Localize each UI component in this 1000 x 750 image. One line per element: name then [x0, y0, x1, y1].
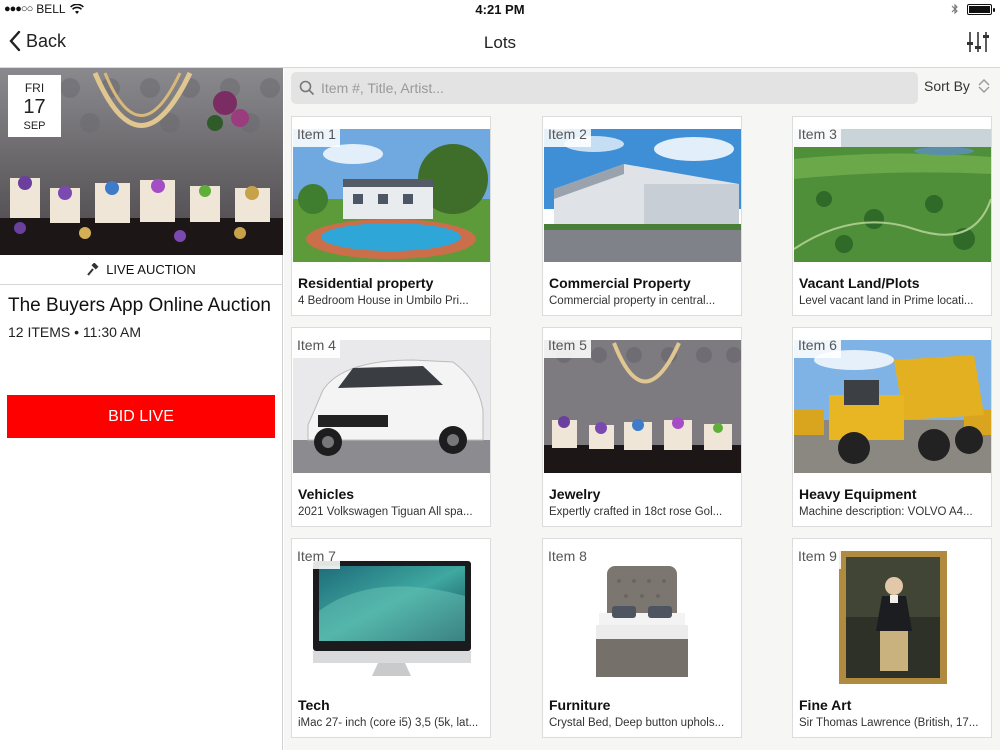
date-month: SEP: [23, 120, 46, 132]
auction-meta: 12 ITEMS • 11:30 AM: [8, 324, 142, 340]
lot-description: Machine description: VOLVO A4...: [799, 506, 973, 518]
lot-description: Expertly crafted in 18ct rose Gol...: [549, 506, 723, 518]
system-indicators: [951, 3, 995, 15]
lot-card-item-7[interactable]: Item 7 Tech iMac 27- inch (core i5) 3,5 …: [291, 538, 491, 738]
lot-description: Level vacant land in Prime locati...: [799, 295, 974, 307]
lot-image: [794, 129, 991, 262]
date-day: 17: [23, 96, 46, 118]
gavel-icon: [87, 263, 99, 276]
lot-card-item-9[interactable]: Item 9 Fine Art Sir Thomas Lawrence (Bri…: [792, 538, 992, 738]
lot-title: Vacant Land/Plots: [799, 275, 920, 291]
lot-card-item-3[interactable]: Item 3 Vacant Land/Plots Level vacant la…: [792, 116, 992, 316]
lot-card-item-4[interactable]: Item 4 Vehicles 2021 Volkswagen Tiguan A…: [291, 327, 491, 527]
lot-description: 2021 Volkswagen Tiguan All spa...: [298, 506, 473, 518]
clock: 4:21 PM: [475, 2, 525, 17]
lot-image: [293, 129, 490, 262]
lot-title: Residential property: [298, 275, 434, 291]
navigation-bar: Back Lots: [0, 20, 1000, 68]
item-number-tag: Item 4: [293, 329, 340, 358]
sort-by-control[interactable]: Sort By: [924, 78, 992, 94]
lot-card-item-2[interactable]: Item 2 Commercial Property Commercial pr…: [542, 116, 742, 316]
lot-description: iMac 27- inch (core i5) 3,5 (5k, lat...: [298, 717, 479, 729]
lot-image: [794, 340, 991, 473]
lot-description: Commercial property in central...: [549, 295, 716, 307]
auction-title: The Buyers App Online Auction: [8, 295, 271, 316]
lot-card-item-6[interactable]: Item 6 Heavy Equipment Machine descripti…: [792, 327, 992, 527]
status-bar: ●●●○○ BELL 4:21 PM: [0, 0, 1000, 20]
lot-title: Heavy Equipment: [799, 486, 917, 502]
lot-description: 4 Bedroom House in Umbilo Pri...: [298, 295, 469, 307]
battery-icon: [967, 3, 995, 15]
bluetooth-icon: [951, 3, 958, 15]
item-number-tag: Item 8: [544, 540, 591, 569]
lot-title: Tech: [298, 697, 330, 713]
lot-title: Vehicles: [298, 486, 355, 502]
item-number-tag: Item 6: [794, 329, 841, 358]
item-number-tag: Item 1: [293, 118, 340, 147]
lot-title: Furniture: [549, 697, 611, 713]
lots-area: Sort By Item 1 Residential property 4 Be…: [284, 68, 1000, 750]
lot-description: Sir Thomas Lawrence (British, 17...: [799, 717, 979, 729]
lot-card-item-5[interactable]: Item 5 Jewelry Expertly crafted in 18ct …: [542, 327, 742, 527]
lot-image: [544, 129, 741, 262]
search-icon: [299, 80, 315, 96]
sort-icon: [978, 79, 990, 93]
item-number-tag: Item 3: [794, 118, 841, 147]
lot-image: [544, 340, 741, 473]
item-number-tag: Item 9: [794, 540, 841, 569]
lot-title: Commercial Property: [549, 275, 691, 291]
item-number-tag: Item 2: [544, 118, 591, 147]
auction-detail-panel: FRI 17 SEP LIVE AUCTION The Buyers App O…: [0, 68, 283, 750]
lot-card-item-1[interactable]: Item 1 Residential property 4 Bedroom Ho…: [291, 116, 491, 316]
lot-title: Fine Art: [799, 697, 852, 713]
sort-by-label: Sort By: [924, 78, 970, 94]
lot-description: Crystal Bed, Deep button uphols...: [549, 717, 725, 729]
lot-title: Jewelry: [549, 486, 601, 502]
item-number-tag: Item 7: [293, 540, 340, 569]
lot-image: [293, 551, 490, 684]
filter-sliders-icon[interactable]: [964, 28, 992, 56]
search-bar[interactable]: [291, 72, 918, 104]
date-weekday: FRI: [24, 81, 45, 95]
item-number-tag: Item 5: [544, 329, 591, 358]
lot-image: [544, 551, 741, 684]
lot-card-item-8[interactable]: Item 8 Furniture Crystal Bed, Deep butto…: [542, 538, 742, 738]
lot-image: [794, 551, 991, 684]
auction-hero-image: FRI 17 SEP: [0, 68, 283, 255]
lot-image: [293, 340, 490, 473]
page-title: Lots: [483, 33, 517, 52]
auction-type: LIVE AUCTION: [0, 255, 283, 285]
bid-live-button[interactable]: BID LIVE: [7, 395, 275, 438]
search-input[interactable]: [321, 80, 881, 96]
auction-type-label: LIVE AUCTION: [106, 262, 196, 277]
auction-date-badge: FRI 17 SEP: [8, 75, 61, 137]
